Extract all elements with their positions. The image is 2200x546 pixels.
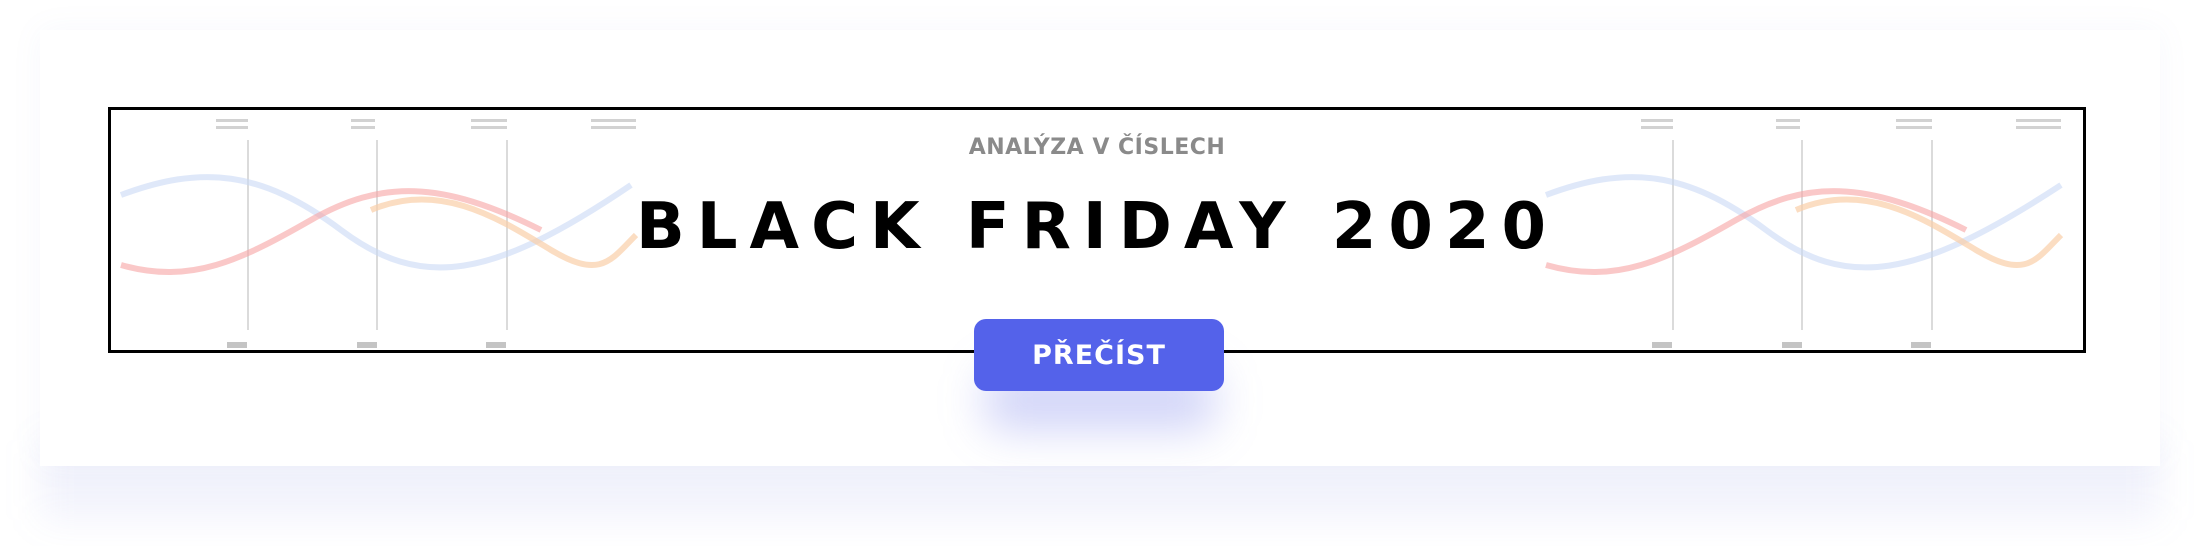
banner-subtitle: ANALÝZA V ČÍSLECH	[968, 135, 1226, 160]
banner-title: BLACK FRIDAY 2020	[635, 190, 1559, 264]
bottom-markers	[227, 342, 506, 348]
black-friday-banner: ANALÝZA V ČÍSLECH BLACK FRIDAY 2020	[108, 107, 2086, 353]
top-marker-lines	[1641, 119, 2061, 129]
page: ANALÝZA V ČÍSLECH BLACK FRIDAY 2020 PŘEČ…	[0, 0, 2200, 546]
top-marker-lines	[216, 119, 636, 129]
bottom-markers	[1652, 342, 1931, 348]
read-button[interactable]: PŘEČÍST	[974, 319, 1224, 391]
